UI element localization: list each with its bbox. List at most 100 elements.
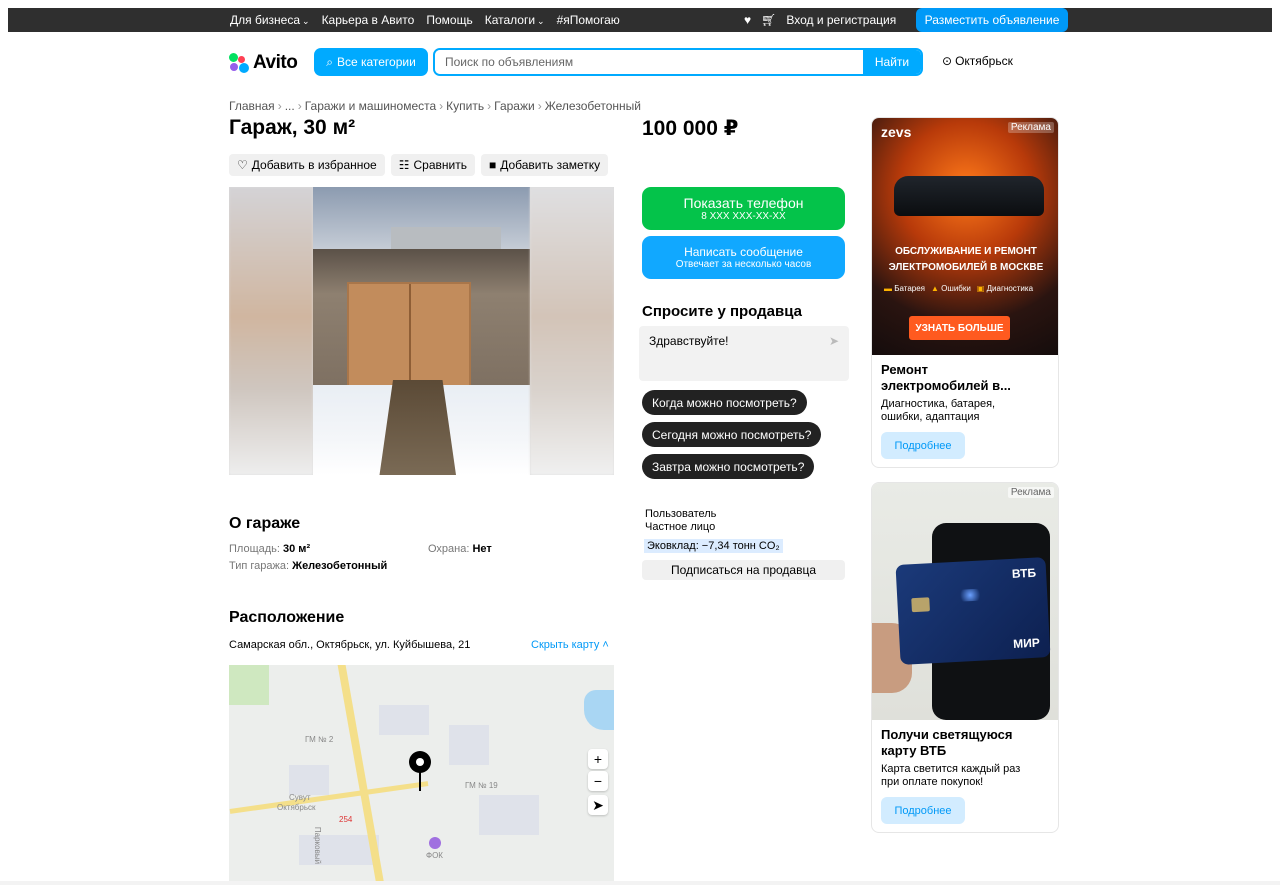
top-link-help-campaign[interactable]: #яПомогаю — [557, 13, 620, 27]
subscribe-seller-button[interactable]: Подписаться на продавца — [642, 560, 845, 580]
diagnostics-icon: ▣ Диагностика — [976, 284, 1034, 293]
param-value: Нет — [472, 543, 492, 555]
listing-title: Гараж, 30 м² — [229, 116, 356, 139]
breadcrumb-separator: › — [297, 99, 302, 113]
search-input[interactable] — [435, 50, 863, 74]
page-bottom-strip — [0, 881, 1280, 885]
add-note-button[interactable]: ■ Добавить заметку — [480, 154, 609, 176]
ad-tag: Реклама — [1007, 122, 1054, 133]
map-poi-icon — [429, 837, 441, 849]
login-link[interactable]: Вход и регистрация — [786, 13, 896, 27]
logo-dots-icon — [229, 53, 249, 73]
top-link-catalogs[interactable]: Каталоги ⌄ — [485, 13, 545, 27]
city-label: Октябрьск — [955, 54, 1013, 68]
top-link-help[interactable]: Помощь — [426, 13, 472, 27]
breadcrumb-separator: › — [537, 99, 542, 113]
card-system: МИР — [1012, 635, 1041, 651]
map-label: ГМ № 19 — [465, 781, 498, 790]
map-label: ГМ № 2 — [305, 735, 334, 744]
ad-brand-logo: zevs — [881, 124, 912, 140]
ad-cars-image — [894, 176, 1044, 216]
find-button[interactable]: Найти — [863, 50, 921, 74]
param-value: 30 м² — [283, 543, 311, 555]
map-label: Октябрьск — [277, 803, 316, 812]
listing-photo-gallery[interactable] — [229, 187, 614, 475]
breadcrumb-separator: › — [439, 99, 444, 113]
ad-features: ▬ Батарея ▲ Ошибки ▣ Диагностика — [884, 284, 1033, 293]
quick-question-chip[interactable]: Завтра можно посмотреть? — [642, 454, 815, 479]
heart-outline-icon: ♡ — [237, 158, 248, 172]
zoom-out-button[interactable]: − — [588, 771, 608, 791]
listing-photo — [313, 187, 530, 475]
top-link-business[interactable]: Для бизнеса ⌄ — [230, 13, 310, 27]
phone-masked: 8 XXX XXX-XX-XX — [701, 211, 786, 222]
location-map[interactable]: ГМ № 2 ГМ № 19 Сувут Октябрьск Парковый … — [229, 665, 614, 885]
chevron-down-icon: ⌄ — [302, 16, 310, 26]
breadcrumb-separator: › — [277, 99, 282, 113]
city-selector[interactable]: ⊙ Октябрьск — [942, 54, 1013, 68]
geolocate-icon[interactable]: ➤ — [588, 795, 608, 815]
breadcrumb-item[interactable]: Купить — [446, 99, 484, 113]
logo-text: Avito — [253, 52, 298, 73]
send-icon[interactable]: ➤ — [829, 334, 839, 348]
quick-question-chip[interactable]: Когда можно посмотреть? — [642, 390, 807, 415]
breadcrumb-item[interactable]: Железобетонный — [545, 99, 641, 113]
ad-more-button[interactable]: Подробнее — [881, 797, 965, 824]
ad-card-vtb[interactable]: Реклама ВТБ МИР Получи светящуюся карту … — [871, 482, 1059, 833]
listing-price: 100 000 ₽ — [642, 117, 739, 140]
breadcrumb-item[interactable]: Гаражи — [494, 99, 535, 113]
top-link-career[interactable]: Карьера в Авито — [322, 13, 415, 27]
seller-info: Пользователь Частное лицо — [645, 508, 716, 534]
battery-icon: ▬ Батарея — [884, 284, 926, 293]
breadcrumb-separator: › — [487, 99, 492, 113]
write-message-button[interactable]: Написать сообщение Отвечает за несколько… — [642, 236, 845, 279]
location-pin-icon[interactable] — [409, 751, 431, 773]
add-to-favorites-button[interactable]: ♡ Добавить в избранное — [229, 154, 385, 176]
ad-tag: Реклама — [1007, 487, 1054, 498]
param-label: Охрана: — [428, 543, 470, 555]
ask-seller-text: Здравствуйте! — [649, 334, 729, 348]
ask-seller-input[interactable]: Здравствуйте! ➤ — [639, 326, 849, 381]
map-label: ФОК — [426, 851, 443, 860]
ad-description: Диагностика, батарея, ошибки, адаптация — [881, 398, 996, 423]
location-pin-icon: ⊙ — [942, 54, 953, 68]
all-categories-button[interactable]: ⌕ Все категории — [314, 48, 428, 76]
compare-button[interactable]: ☷ Сравнить — [390, 154, 475, 176]
param-label: Площадь: — [229, 543, 280, 555]
compare-icon: ☷ — [398, 158, 410, 172]
ad-image-button[interactable]: УЗНАТЬ БОЛЬШЕ — [909, 316, 1010, 340]
cart-icon[interactable]: 🛒︎ — [761, 13, 776, 27]
ad-image: Реклама ВТБ МИР — [872, 483, 1058, 720]
hide-map-link[interactable]: Скрыть карту ˄ — [531, 639, 609, 651]
address: Самарская обл., Октябрьск, ул. Куйбышева… — [229, 639, 471, 651]
breadcrumb-item[interactable]: Гаражи и машиноместа — [305, 99, 436, 113]
map-label: 254 — [339, 815, 353, 824]
seller-name[interactable]: Пользователь — [645, 508, 716, 521]
action-label: Сравнить — [413, 158, 467, 172]
ad-more-button[interactable]: Подробнее — [881, 432, 965, 459]
eco-badge[interactable]: Эковклад: −7,34 тонн CO₂ — [644, 539, 783, 553]
ad-description: Карта светится каждый раз при оплате пок… — [881, 763, 1021, 788]
ad-title: Ремонт электромобилей в... — [881, 362, 1011, 393]
param-label: Тип гаража: — [229, 560, 290, 572]
ad-card-zevs[interactable]: zevs Реклама ОБСЛУЖИВАНИЕ И РЕМОНТ ЭЛЕКТ… — [871, 117, 1059, 468]
breadcrumb-item[interactable]: Главная — [229, 99, 275, 113]
quick-question-chip[interactable]: Сегодня можно посмотреть? — [642, 422, 822, 447]
ad-headline: ОБСЛУЖИВАНИЕ И РЕМОНТ ЭЛЕКТРОМОБИЛЕЙ В М… — [872, 244, 1058, 276]
photo-blur-left — [229, 187, 313, 475]
zoom-in-button[interactable]: + — [588, 749, 608, 769]
breadcrumb-item[interactable]: ... — [285, 99, 295, 113]
show-phone-button[interactable]: Показать телефон 8 XXX XXX-XX-XX — [642, 187, 845, 230]
note-icon: ■ — [488, 158, 497, 172]
search-bar: Найти — [433, 48, 923, 76]
param-security: Охрана: Нет — [428, 543, 492, 555]
avito-logo[interactable]: Avito — [229, 52, 298, 74]
post-ad-button[interactable]: Разместить объявление — [916, 8, 1068, 32]
ad-headline-line: ЭЛЕКТРОМОБИЛЕЙ В МОСКВЕ — [888, 262, 1044, 273]
ad-headline-line: ОБСЛУЖИВАНИЕ И РЕМОНТ — [895, 246, 1037, 257]
map-water — [584, 690, 614, 730]
action-label: Добавить заметку — [500, 158, 601, 172]
top-nav-user: ♥ 🛒︎ Вход и регистрация — [744, 8, 896, 32]
all-categories-label: Все категории — [336, 55, 416, 69]
heart-icon[interactable]: ♥ — [744, 13, 751, 27]
